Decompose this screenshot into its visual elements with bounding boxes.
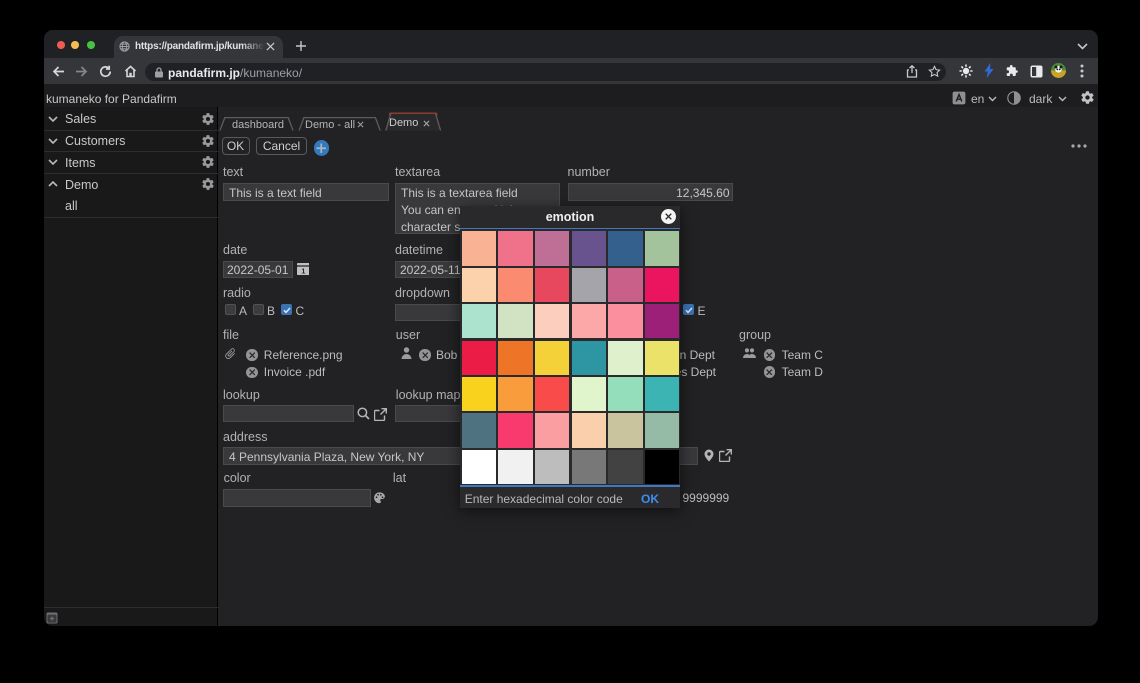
svg-text:1: 1: [301, 267, 305, 275]
